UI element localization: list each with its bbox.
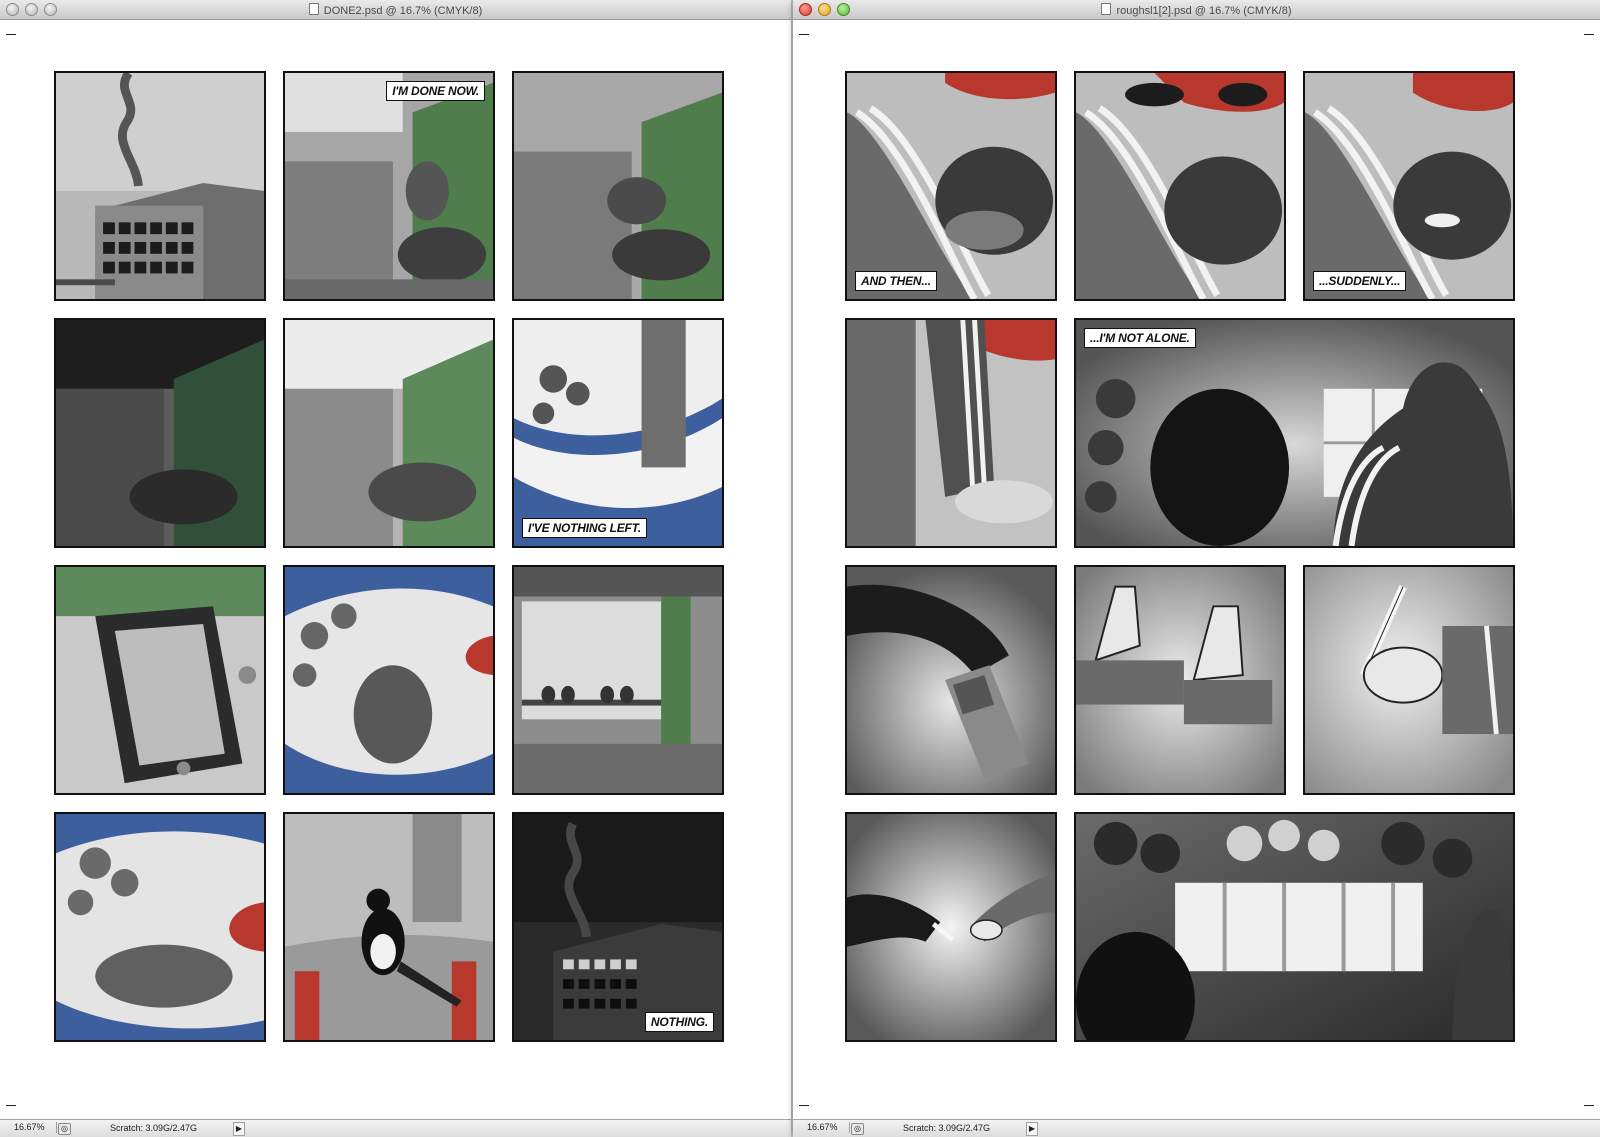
panel-not-alone: ...I'M NOT ALONE.	[1074, 318, 1515, 548]
offered-cigarette-art	[1305, 567, 1513, 793]
magpie-art	[285, 814, 493, 1040]
status-menu-icon[interactable]: ◎	[58, 1123, 71, 1135]
panel-magpie	[283, 812, 495, 1042]
window-titlebar[interactable]: DONE2.psd @ 16.7% (CMYK/8)	[0, 0, 791, 20]
open-eye-art	[1305, 73, 1513, 299]
panel-curled-night	[54, 318, 266, 548]
panel-foot-tracksuit	[845, 318, 1057, 548]
standing-figure-art	[514, 320, 722, 546]
birds-window-art	[514, 567, 722, 793]
window-titlebar[interactable]: roughsl1[2].psd @ 16.7% (CMYK/8)	[793, 0, 1600, 20]
crop-mark	[1584, 1105, 1594, 1106]
caption-box: I'M DONE NOW.	[386, 81, 485, 101]
comic-page-left: I'M DONE NOW. I'VE NOTHING LEFT. NOTHING…	[54, 71, 724, 1042]
document-canvas[interactable]: AND THEN... ...SUDDENLY... ...I'M NOT AL…	[793, 20, 1600, 1120]
sleeping-eye-art	[847, 73, 1055, 299]
panel-raised-hands	[1074, 565, 1286, 795]
caption-box: AND THEN...	[855, 271, 937, 291]
crop-mark	[6, 34, 16, 35]
document-window-right[interactable]: roughsl1[2].psd @ 16.7% (CMYK/8) AND THE…	[793, 0, 1600, 1137]
lying-figure-art	[56, 814, 264, 1040]
can-hand-art	[847, 567, 1055, 793]
crop-mark	[6, 1105, 16, 1106]
window-title-text: roughsl1[2].psd @ 16.7% (CMYK/8)	[1116, 5, 1292, 17]
panel-wrapped-figure	[283, 565, 495, 795]
panel-nothing-left: I'VE NOTHING LEFT.	[512, 318, 724, 548]
play-arrow-icon[interactable]: ▶	[1026, 1122, 1038, 1136]
status-bar: 16.67% ◎ Scratch: 3.09G/2.47G ▶	[0, 1119, 791, 1137]
caption-box: I'VE NOTHING LEFT.	[522, 518, 648, 538]
status-bar: 16.67% ◎ Scratch: 3.09G/2.47G ▶	[793, 1119, 1600, 1137]
crop-mark	[799, 1105, 809, 1106]
crop-mark	[1584, 34, 1594, 35]
panel-offered-cigarette	[1303, 565, 1515, 795]
document-window-left[interactable]: DONE2.psd @ 16.7% (CMYK/8) I'M DONE NOW.…	[0, 0, 791, 1137]
caption-box: ...SUDDENLY...	[1313, 271, 1407, 291]
panel-suddenly: ...SUDDENLY...	[1303, 71, 1515, 301]
scratch-info: Scratch: 3.09G/2.47G	[903, 1123, 991, 1133]
panel-hands-reach	[845, 812, 1057, 1042]
window-title: DONE2.psd @ 16.7% (CMYK/8)	[0, 3, 791, 18]
window-title-text: DONE2.psd @ 16.7% (CMYK/8)	[323, 5, 483, 17]
foot-tracksuit-art	[847, 320, 1055, 546]
window-title: roughsl1[2].psd @ 16.7% (CMYK/8)	[793, 3, 1600, 18]
panel-can-hand	[845, 565, 1057, 795]
panel-nothing: NOTHING.	[512, 812, 724, 1042]
zoom-level[interactable]: 16.67%	[797, 1122, 850, 1133]
panel-birds-window	[512, 565, 724, 795]
curled-figure-day-art	[285, 320, 493, 546]
raised-hands-art	[1076, 567, 1284, 793]
panel-and-then: AND THEN...	[845, 71, 1057, 301]
panel-lying-figure	[54, 812, 266, 1042]
building-smoke-art	[56, 73, 264, 299]
zoom-level[interactable]: 16.67%	[4, 1122, 57, 1133]
hooded-figure-art	[285, 73, 493, 299]
boots-above-art	[1076, 73, 1284, 299]
panel-photo-frame	[54, 565, 266, 795]
scratch-info: Scratch: 3.09G/2.47G	[110, 1123, 198, 1133]
caption-box: NOTHING.	[644, 1012, 714, 1032]
wrapped-figure-art	[285, 567, 493, 793]
dark-figure-art	[1076, 320, 1513, 546]
hands-reach-art	[847, 814, 1055, 1040]
panel-done-now: I'M DONE NOW.	[283, 71, 495, 301]
panel-boots-above	[1074, 71, 1286, 301]
panel-smoking-together	[1074, 812, 1515, 1042]
smoking-together-art	[1076, 814, 1513, 1040]
comic-page-right: AND THEN... ...SUDDENLY... ...I'M NOT AL…	[845, 71, 1515, 1042]
play-arrow-icon[interactable]: ▶	[233, 1122, 245, 1136]
status-menu-icon[interactable]: ◎	[851, 1123, 864, 1135]
document-icon	[1101, 3, 1112, 15]
hunched-figure-art	[514, 73, 722, 299]
caption-box: ...I'M NOT ALONE.	[1084, 328, 1196, 348]
document-icon	[308, 3, 319, 15]
panel-building-smoke	[54, 71, 266, 301]
document-canvas[interactable]: I'M DONE NOW. I'VE NOTHING LEFT. NOTHING…	[0, 20, 791, 1120]
panel-curled-day	[283, 318, 495, 548]
building-night-art	[514, 814, 722, 1040]
crop-mark	[799, 34, 809, 35]
curled-figure-night-art	[56, 320, 264, 546]
panel-head-on-knees	[512, 71, 724, 301]
photo-frame-art	[56, 567, 264, 793]
